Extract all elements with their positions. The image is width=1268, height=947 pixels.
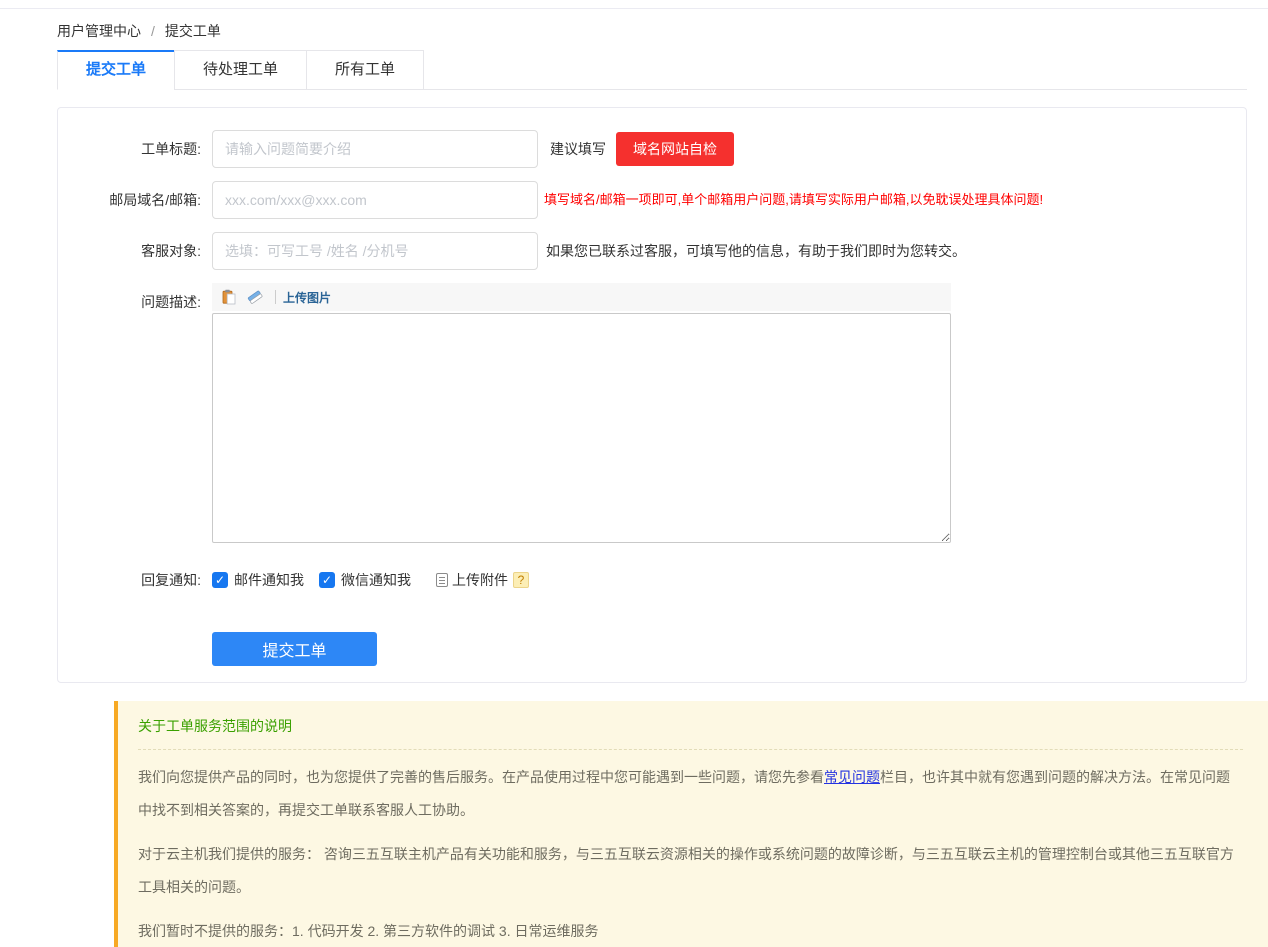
tab-submit-ticket[interactable]: 提交工单 — [57, 50, 175, 90]
notice-title: 关于工单服务范围的说明 — [138, 716, 1243, 736]
agent-label: 客服对象: — [58, 232, 201, 270]
notice-paragraph-3: 我们暂时不提供的服务：1. 代码开发 2. 第三方软件的调试 3. 日常运维服务 — [138, 915, 1243, 947]
upload-attachment-label: 上传附件 — [452, 570, 508, 590]
wechat-notify-checkbox[interactable]: ✓ — [319, 572, 335, 588]
suggest-fill-text: 建议填写 — [550, 130, 606, 168]
breadcrumb-current: 提交工单 — [165, 21, 221, 41]
mail-domain-input[interactable] — [212, 181, 538, 219]
mail-domain-warning: 填写域名/邮箱一项即可,单个邮箱用户问题,请填写实际用户邮箱,以免耽误处理具体问… — [544, 181, 1043, 219]
editor-toolbar: 上传图片 — [212, 283, 951, 311]
service-scope-notice: 关于工单服务范围的说明 我们向您提供产品的同时，也为您提供了完善的售后服务。在产… — [114, 701, 1268, 947]
document-icon — [436, 573, 448, 587]
agent-input[interactable] — [212, 232, 538, 270]
mail-domain-row: 邮局域名/邮箱: 填写域名/邮箱一项即可,单个邮箱用户问题,请填写实际用户邮箱,… — [58, 181, 1246, 219]
notice-paragraph-2: 对于云主机我们提供的服务： 咨询三五互联主机产品有关功能和服务，与三五互联云资源… — [138, 838, 1243, 904]
wechat-notify-label: 微信通知我 — [341, 570, 411, 590]
submit-row: 提交工单 — [212, 632, 1246, 666]
breadcrumb: 用户管理中心 / 提交工单 — [57, 21, 1247, 41]
submit-ticket-button[interactable]: 提交工单 — [212, 632, 377, 666]
ticket-title-row: 工单标题: 建议填写 域名网站自检 — [58, 130, 1246, 168]
help-question-icon[interactable]: ? — [513, 572, 529, 588]
notice-paragraph-1: 我们向您提供产品的同时，也为您提供了完善的售后服务。在产品使用过程中您可能遇到一… — [138, 761, 1243, 827]
page-top-divider — [0, 0, 1268, 9]
ticket-title-label: 工单标题: — [58, 130, 201, 168]
tab-pending-tickets[interactable]: 待处理工单 — [174, 50, 307, 90]
notice-p1-before: 我们向您提供产品的同时，也为您提供了完善的售后服务。在产品使用过程中您可能遇到一… — [138, 769, 824, 785]
notify-row: 回复通知: ✓ 邮件通知我 ✓ 微信通知我 上传附件 ? — [58, 561, 1246, 599]
email-notify-label: 邮件通知我 — [234, 570, 304, 590]
tab-all-tickets[interactable]: 所有工单 — [306, 50, 424, 90]
tab-bar: 提交工单 待处理工单 所有工单 — [57, 50, 1247, 90]
description-row: 问题描述: 上传图片 — [58, 283, 1246, 548]
upload-attachment-link[interactable]: 上传附件 ? — [436, 570, 529, 590]
notify-label: 回复通知: — [58, 561, 201, 599]
email-notify-checkbox[interactable]: ✓ — [212, 572, 228, 588]
breadcrumb-separator: / — [151, 23, 155, 39]
toolbar-divider — [275, 290, 276, 304]
description-textarea[interactable] — [212, 313, 951, 543]
clipboard-paste-icon[interactable] — [221, 289, 237, 305]
notice-divider — [138, 749, 1243, 750]
agent-hint: 如果您已联系过客服，可填写他的信息，有助于我们即时为您转交。 — [546, 232, 966, 270]
eraser-icon[interactable] — [247, 289, 263, 305]
description-label: 问题描述: — [58, 283, 201, 321]
agent-row: 客服对象: 如果您已联系过客服，可填写他的信息，有助于我们即时为您转交。 — [58, 232, 1246, 270]
description-editor: 上传图片 — [212, 283, 951, 548]
ticket-form: 工单标题: 建议填写 域名网站自检 邮局域名/邮箱: 填写域名/邮箱一项即可,单… — [57, 107, 1247, 683]
breadcrumb-user-center[interactable]: 用户管理中心 — [57, 21, 141, 41]
faq-link[interactable]: 常见问题 — [824, 769, 880, 785]
ticket-title-input[interactable] — [212, 130, 538, 168]
mail-domain-label: 邮局域名/邮箱: — [58, 181, 201, 219]
upload-image-link[interactable]: 上传图片 — [283, 289, 331, 306]
notify-options: ✓ 邮件通知我 ✓ 微信通知我 上传附件 ? — [212, 561, 529, 599]
domain-self-check-button[interactable]: 域名网站自检 — [616, 132, 734, 166]
